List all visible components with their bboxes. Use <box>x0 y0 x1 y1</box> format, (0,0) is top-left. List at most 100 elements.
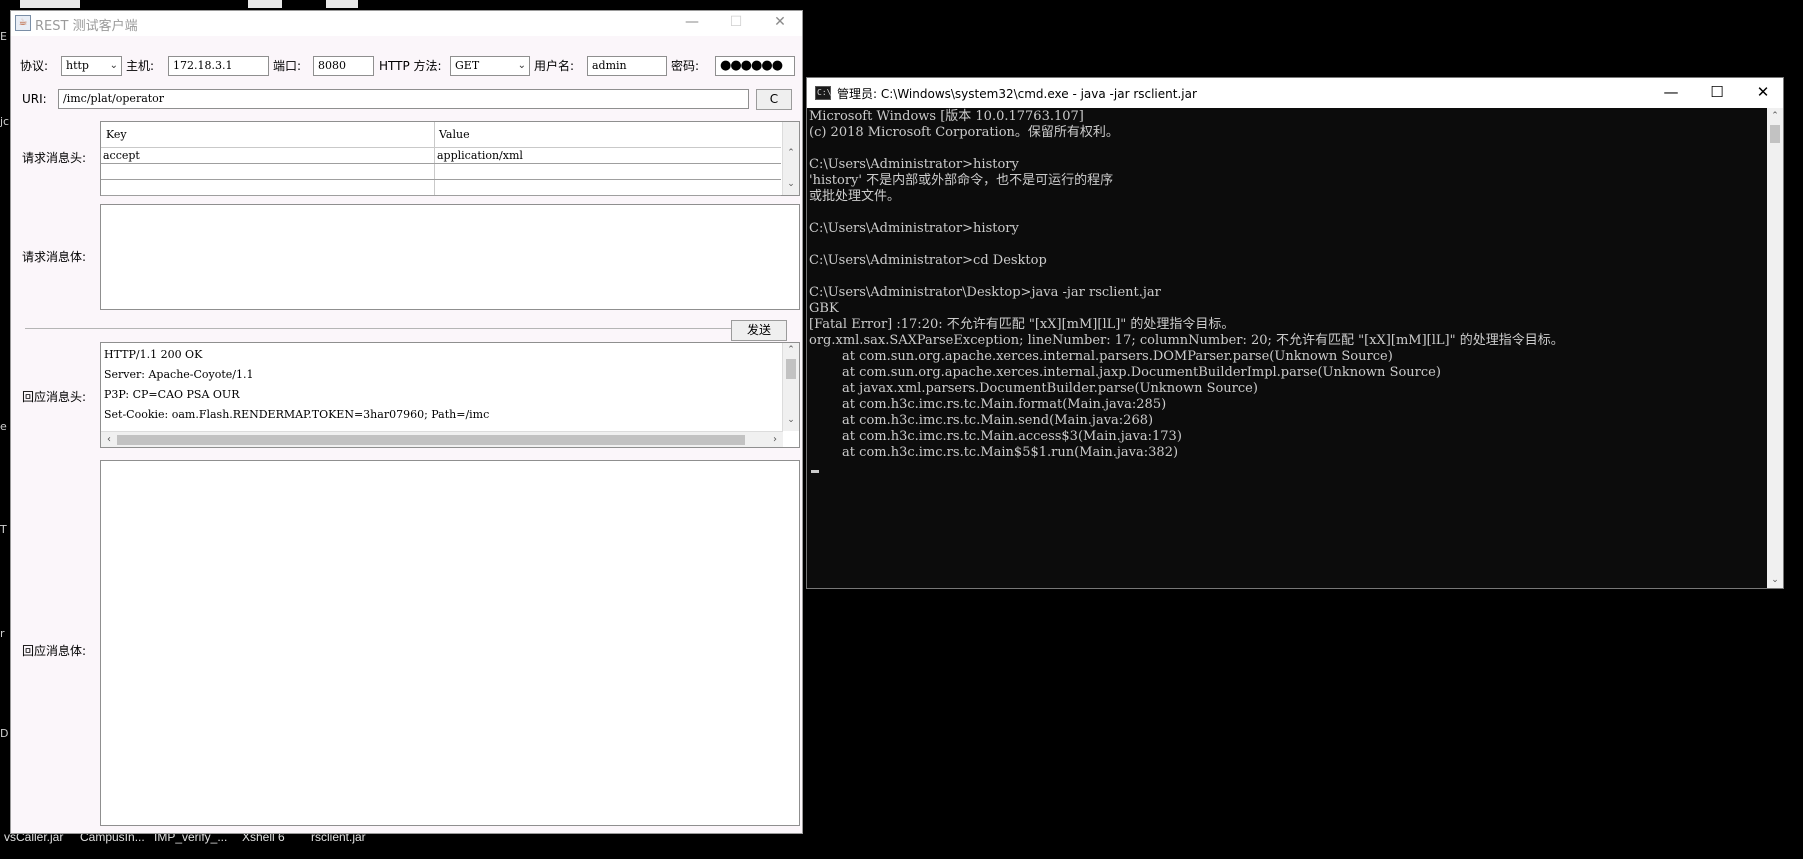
scroll-up-icon[interactable]: ⌃ <box>783 345 799 359</box>
scroll-left-icon[interactable]: ‹ <box>101 432 117 448</box>
desktop-top-strip <box>248 0 282 8</box>
table-row[interactable]: accept application/xml <box>101 148 781 164</box>
console-line: org.xml.sax.SAXParseException; lineNumbe… <box>809 333 1564 348</box>
java-cup-icon: ☕ <box>15 15 31 31</box>
desktop-top-strip <box>326 0 358 8</box>
column-header-key[interactable]: Key <box>106 128 127 141</box>
protocol-label: 协议: <box>20 59 49 73</box>
port-input[interactable]: 8080 <box>313 56 374 76</box>
desktop-top-strip <box>20 0 80 8</box>
send-button[interactable]: 发送 <box>731 320 787 341</box>
scrollbar-thumb[interactable] <box>117 435 745 445</box>
table-row[interactable] <box>101 180 781 196</box>
response-headers-hscroll[interactable]: ‹ › <box>101 431 783 447</box>
scroll-up-icon[interactable]: ⌃ <box>783 148 799 162</box>
request-body-textarea[interactable] <box>100 204 800 310</box>
http-method-value: GET <box>455 59 480 72</box>
console-line: [Fatal Error] :17:20: 不允许有匹配 "[xX][mM][l… <box>809 317 1235 332</box>
console-line: GBK <box>809 301 839 316</box>
desktop-icon-fragment[interactable]: D <box>0 727 8 740</box>
scrollbar-thumb[interactable] <box>1770 125 1780 143</box>
console-line: Microsoft Windows [版本 10.0.17763.107] <box>809 109 1084 124</box>
rest-form: 协议: http ⌄ 主机: 172.18.3.1 端口: 8080 HTTP … <box>11 36 802 833</box>
password-label: 密码: <box>671 59 700 73</box>
desktop-icon-fragment[interactable]: e <box>0 420 7 433</box>
desktop-icon-fragment[interactable]: r <box>0 627 5 640</box>
console-line: at com.sun.org.apache.xerces.internal.ja… <box>809 365 1441 380</box>
rest-client-window: ☕ REST 测试客户端 — ☐ ✕ 协议: http ⌄ 主机: 172.18… <box>10 10 803 834</box>
console-line: C:\Users\Administrator\Desktop>java -jar… <box>809 285 1161 300</box>
close-button[interactable]: ✕ <box>1740 78 1786 108</box>
console-output[interactable]: Microsoft Windows [版本 10.0.17763.107] (c… <box>807 108 1769 588</box>
cmd-window: C:\ 管理员: C:\Windows\system32\cmd.exe - j… <box>806 77 1784 589</box>
http-method-label: HTTP 方法: <box>379 59 442 73</box>
rest-titlebar[interactable]: ☕ REST 测试客户端 — ☐ ✕ <box>11 11 802 35</box>
console-line: C:\Users\Administrator>history <box>809 157 1019 172</box>
headers-table-header: Key Value <box>101 122 781 148</box>
host-input[interactable]: 172.18.3.1 <box>168 56 269 76</box>
scroll-down-icon[interactable]: ⌄ <box>1767 572 1783 588</box>
response-body-label: 回应消息体: <box>22 644 87 658</box>
window-title: REST 测试客户端 <box>35 19 138 34</box>
protocol-value: http <box>66 59 89 72</box>
response-header-line: Set-Cookie: oam.Flash.RENDERMAP.TOKEN=3h… <box>104 408 490 421</box>
desktop-icon-fragment[interactable]: E <box>0 30 7 43</box>
console-line: at com.h3c.imc.rs.tc.Main.send(Main.java… <box>809 413 1154 428</box>
console-line: C:\Users\Administrator>cd Desktop <box>809 253 1047 268</box>
console-line: at com.h3c.imc.rs.tc.Main$5$1.run(Main.j… <box>809 445 1179 460</box>
response-headers-vscroll[interactable]: ⌃ ⌄ <box>782 343 799 431</box>
username-label: 用户名: <box>534 59 575 73</box>
protocol-select[interactable]: http ⌄ <box>61 56 122 76</box>
console-line: C:\Users\Administrator>history <box>809 221 1019 236</box>
request-headers-table[interactable]: Key Value accept application/xml ⌃ ⌄ <box>100 121 800 196</box>
divider <box>25 328 733 329</box>
console-line: at com.h3c.imc.rs.tc.Main.access$3(Main.… <box>809 429 1182 444</box>
response-headers-textarea[interactable]: HTTP/1.1 200 OK Server: Apache-Coyote/1.… <box>100 342 800 448</box>
scroll-up-icon[interactable]: ⌃ <box>1767 108 1783 124</box>
table-row[interactable] <box>101 164 781 180</box>
http-method-select[interactable]: GET ⌄ <box>450 56 530 76</box>
username-input[interactable]: admin <box>587 56 667 76</box>
console-line: (c) 2018 Microsoft Corporation。保留所有权利。 <box>809 125 1119 140</box>
console-line: at javax.xml.parsers.DocumentBuilder.par… <box>809 381 1258 396</box>
uri-input[interactable]: /imc/plat/operator <box>58 89 749 109</box>
maximize-button[interactable]: ☐ <box>714 11 758 35</box>
scrollbar-thumb[interactable] <box>786 359 796 379</box>
chevron-down-icon: ⌄ <box>109 60 118 71</box>
minimize-button[interactable]: — <box>670 11 714 35</box>
response-header-line: HTTP/1.1 200 OK <box>104 348 203 361</box>
column-header-value[interactable]: Value <box>439 128 470 141</box>
close-button[interactable]: ✕ <box>758 11 802 35</box>
console-line: at com.sun.org.apache.xerces.internal.pa… <box>809 349 1393 364</box>
response-body-textarea[interactable] <box>100 460 800 826</box>
console-line: 或批处理文件。 <box>809 189 901 204</box>
port-label: 端口: <box>273 59 302 73</box>
cmd-window-title: 管理员: C:\Windows\system32\cmd.exe - java … <box>837 87 1197 101</box>
cmd-titlebar[interactable]: C:\ 管理员: C:\Windows\system32\cmd.exe - j… <box>807 78 1783 108</box>
headers-table-scrollbar[interactable]: ⌃ ⌄ <box>782 122 799 195</box>
scroll-down-icon[interactable]: ⌄ <box>783 415 799 429</box>
scroll-down-icon[interactable]: ⌄ <box>783 179 799 193</box>
cmd-scrollbar[interactable]: ⌃ ⌄ <box>1767 108 1783 588</box>
desktop-icon-fragment[interactable]: jc <box>0 115 9 128</box>
console-icon: C:\ <box>815 86 831 100</box>
password-input[interactable]: ●●●●●● <box>715 56 795 76</box>
uri-label: URI: <box>22 92 47 106</box>
console-line: 'history' 不是内部或外部命令，也不是可运行的程序 <box>809 173 1114 188</box>
host-label: 主机: <box>126 59 155 73</box>
uri-c-button[interactable]: C <box>756 89 792 110</box>
minimize-button[interactable]: — <box>1648 78 1694 108</box>
header-value-cell[interactable]: application/xml <box>437 149 523 162</box>
header-key-cell[interactable]: accept <box>103 149 140 162</box>
desktop-icon-fragment[interactable]: T <box>0 523 7 536</box>
request-body-label: 请求消息体: <box>22 250 87 264</box>
scroll-right-icon[interactable]: › <box>767 432 783 448</box>
chevron-down-icon: ⌄ <box>517 60 526 71</box>
request-headers-label: 请求消息头: <box>22 151 87 165</box>
maximize-button[interactable]: ☐ <box>1694 78 1740 108</box>
console-line: at com.h3c.imc.rs.tc.Main.format(Main.ja… <box>809 397 1167 412</box>
response-header-line: Server: Apache-Coyote/1.1 <box>104 368 254 381</box>
console-cursor <box>811 470 819 473</box>
response-header-line: P3P: CP=CAO PSA OUR <box>104 388 240 401</box>
response-headers-label: 回应消息头: <box>22 390 87 404</box>
